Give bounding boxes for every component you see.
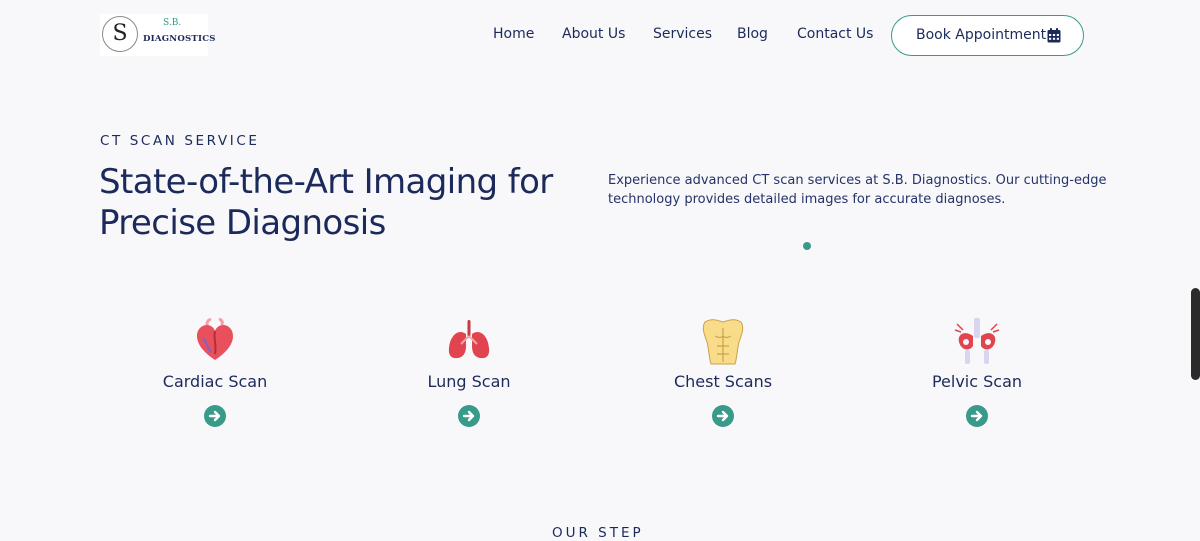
hero-title-line1: State-of-the-Art Imaging for — [99, 162, 553, 202]
service-label: Lung Scan — [427, 372, 511, 391]
our-step-eyebrow: OUR STEP — [552, 525, 644, 541]
book-appointment-label: Book Appointment — [916, 27, 1047, 43]
scrollbar-thumb[interactable] — [1191, 288, 1200, 380]
service-card-chest[interactable]: Chest Scans — [623, 314, 823, 427]
carousel-dot[interactable] — [803, 242, 811, 250]
arrow-right-icon[interactable] — [204, 405, 226, 427]
nav-link-services[interactable]: Services — [653, 26, 712, 42]
arrow-right-icon[interactable] — [712, 405, 734, 427]
nav-link-blog[interactable]: Blog — [737, 26, 768, 42]
hero-title-line2: Precise Diagnosis — [99, 203, 386, 243]
book-appointment-button[interactable]: Book Appointment — [891, 15, 1084, 56]
chest-icon — [702, 319, 744, 365]
logo-name: DIAGNOSTICS — [143, 34, 216, 44]
hero-description: Experience advanced CT scan services at … — [608, 173, 1107, 207]
logo-monogram: S — [102, 16, 138, 52]
lungs-icon — [448, 320, 490, 359]
heart-icon — [197, 318, 233, 360]
arrow-right-icon[interactable] — [966, 405, 988, 427]
calendar-icon — [1047, 28, 1061, 43]
service-card-lung[interactable]: Lung Scan — [369, 314, 569, 427]
service-label: Chest Scans — [673, 372, 773, 391]
nav-link-home[interactable]: Home — [493, 26, 534, 42]
service-card-cardiac[interactable]: Cardiac Scan — [115, 314, 315, 427]
nav-link-about[interactable]: About Us — [562, 26, 625, 42]
top-nav: S S.B. DIAGNOSTICS Home About Us Service… — [0, 0, 1200, 70]
logo[interactable]: S S.B. DIAGNOSTICS — [100, 14, 215, 56]
service-card-pelvic[interactable]: Pelvic Scan — [877, 314, 1077, 427]
service-label: Pelvic Scan — [931, 372, 1023, 391]
logo-small-text: S.B. — [163, 18, 182, 28]
arrow-right-icon[interactable] — [458, 405, 480, 427]
service-label: Cardiac Scan — [162, 372, 268, 391]
hero-title: State-of-the-Art Imaging for Precise Dia… — [99, 162, 599, 244]
nav-link-contact[interactable]: Contact Us — [797, 26, 873, 42]
hero-eyebrow: CT SCAN SERVICE — [100, 133, 260, 149]
pelvis-icon — [954, 318, 1000, 364]
